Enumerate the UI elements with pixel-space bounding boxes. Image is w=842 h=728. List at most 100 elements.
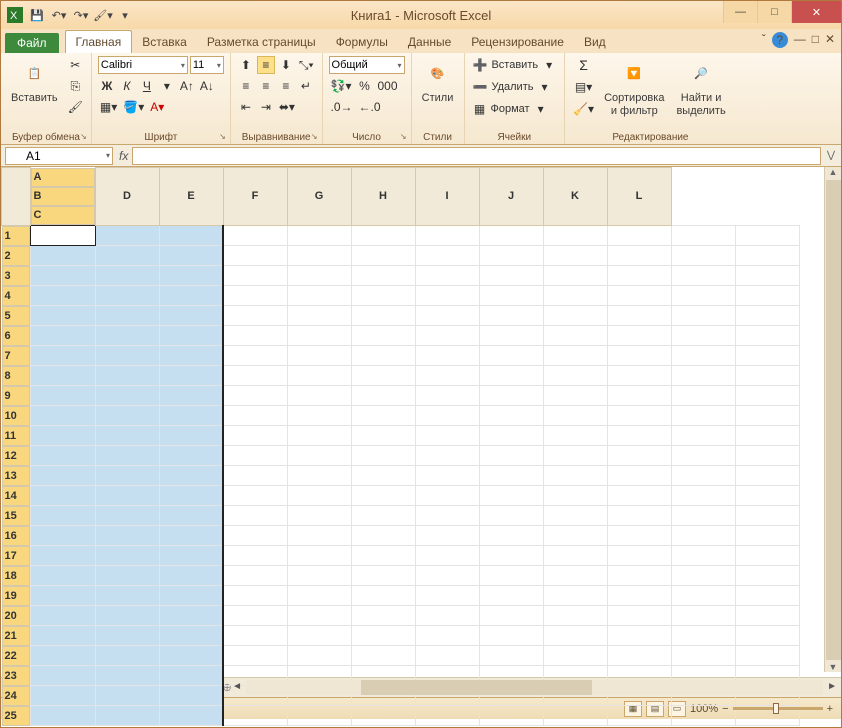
merge-center-icon[interactable]: ⬌▾ [277, 98, 297, 116]
cell[interactable] [415, 366, 479, 386]
cell[interactable] [223, 566, 287, 586]
cell[interactable] [95, 486, 159, 506]
cell[interactable] [671, 646, 735, 666]
cell[interactable] [351, 266, 415, 286]
cell[interactable] [607, 546, 671, 566]
delete-label[interactable]: Удалить [491, 81, 533, 93]
cell[interactable] [735, 586, 799, 606]
row-header[interactable]: 22 [2, 646, 30, 666]
cell[interactable] [223, 346, 287, 366]
window-restore-inner-icon[interactable]: — [794, 32, 806, 48]
clear-icon[interactable]: 🧹▾ [571, 100, 596, 118]
shrink-font-icon[interactable]: A↓ [198, 77, 216, 95]
format-painter-icon[interactable]: 🖌 [66, 98, 85, 116]
cell[interactable] [351, 566, 415, 586]
cell[interactable] [735, 466, 799, 486]
cell[interactable] [159, 306, 223, 326]
cell[interactable] [415, 486, 479, 506]
cell[interactable] [223, 526, 287, 546]
column-header[interactable]: F [223, 168, 287, 226]
cell[interactable] [287, 646, 351, 666]
cell[interactable] [159, 466, 223, 486]
cell[interactable] [607, 466, 671, 486]
cell[interactable] [30, 366, 95, 386]
cell[interactable] [543, 586, 607, 606]
cell[interactable] [479, 566, 543, 586]
italic-button[interactable]: К [118, 77, 136, 95]
cell[interactable] [159, 406, 223, 426]
cell[interactable] [287, 626, 351, 646]
cell[interactable] [415, 406, 479, 426]
cell[interactable] [351, 306, 415, 326]
zoom-slider[interactable] [733, 707, 823, 710]
number-format-select[interactable]: Общий▾ [329, 56, 405, 74]
cell[interactable] [735, 646, 799, 666]
cell[interactable] [415, 246, 479, 266]
cell[interactable] [287, 306, 351, 326]
align-middle-icon[interactable]: ≡ [257, 56, 275, 74]
cell[interactable] [223, 446, 287, 466]
cell[interactable] [607, 506, 671, 526]
cell[interactable] [30, 606, 95, 626]
cell[interactable] [607, 366, 671, 386]
cell[interactable] [671, 366, 735, 386]
cell[interactable] [351, 586, 415, 606]
cell[interactable] [671, 486, 735, 506]
cell[interactable] [479, 326, 543, 346]
cell[interactable] [671, 426, 735, 446]
cell[interactable] [159, 546, 223, 566]
cell[interactable] [95, 506, 159, 526]
dropdown-icon[interactable]: ▾ [158, 77, 176, 95]
cell[interactable] [30, 306, 95, 326]
row-header[interactable]: 17 [2, 546, 30, 566]
cell[interactable] [735, 506, 799, 526]
cell[interactable] [543, 526, 607, 546]
cell[interactable] [415, 446, 479, 466]
cell[interactable] [607, 386, 671, 406]
cell[interactable] [479, 225, 543, 246]
cell[interactable] [30, 526, 95, 546]
cell[interactable] [159, 506, 223, 526]
cell[interactable] [95, 706, 159, 726]
qat-customize-icon[interactable]: ▾ [115, 5, 135, 25]
cell[interactable] [351, 486, 415, 506]
tab-review[interactable]: Рецензирование [461, 31, 574, 53]
cell[interactable] [159, 686, 223, 706]
cell[interactable] [95, 626, 159, 646]
cell[interactable] [607, 626, 671, 646]
cell[interactable] [671, 606, 735, 626]
cell[interactable] [543, 386, 607, 406]
cell[interactable] [735, 306, 799, 326]
row-header[interactable]: 25 [2, 706, 30, 726]
cell[interactable] [287, 386, 351, 406]
styles-button[interactable]: 🎨 Стили [418, 56, 458, 107]
minimize-ribbon-icon[interactable]: ˇ [762, 32, 766, 48]
cell[interactable] [671, 406, 735, 426]
cell[interactable] [159, 486, 223, 506]
scroll-thumb[interactable] [826, 180, 841, 660]
cell[interactable] [351, 526, 415, 546]
cell[interactable] [479, 646, 543, 666]
row-header[interactable]: 15 [2, 506, 30, 526]
row-header[interactable]: 9 [2, 386, 30, 406]
cell[interactable] [479, 606, 543, 626]
cell[interactable] [351, 706, 415, 726]
cell[interactable] [30, 546, 95, 566]
column-header[interactable]: J [479, 168, 543, 226]
cell[interactable] [415, 426, 479, 446]
cell[interactable] [479, 626, 543, 646]
help-icon[interactable]: ? [772, 32, 788, 48]
cell[interactable] [95, 566, 159, 586]
cell[interactable] [287, 706, 351, 726]
cell[interactable] [287, 366, 351, 386]
cell[interactable] [95, 326, 159, 346]
cell[interactable] [351, 506, 415, 526]
cell[interactable] [479, 286, 543, 306]
horizontal-scrollbar[interactable] [246, 680, 823, 695]
cell[interactable] [30, 386, 95, 406]
tab-home[interactable]: Главная [65, 30, 133, 53]
cell[interactable] [671, 266, 735, 286]
cell[interactable] [159, 706, 223, 726]
cell[interactable] [415, 566, 479, 586]
group-label-number[interactable]: Число [329, 131, 405, 144]
